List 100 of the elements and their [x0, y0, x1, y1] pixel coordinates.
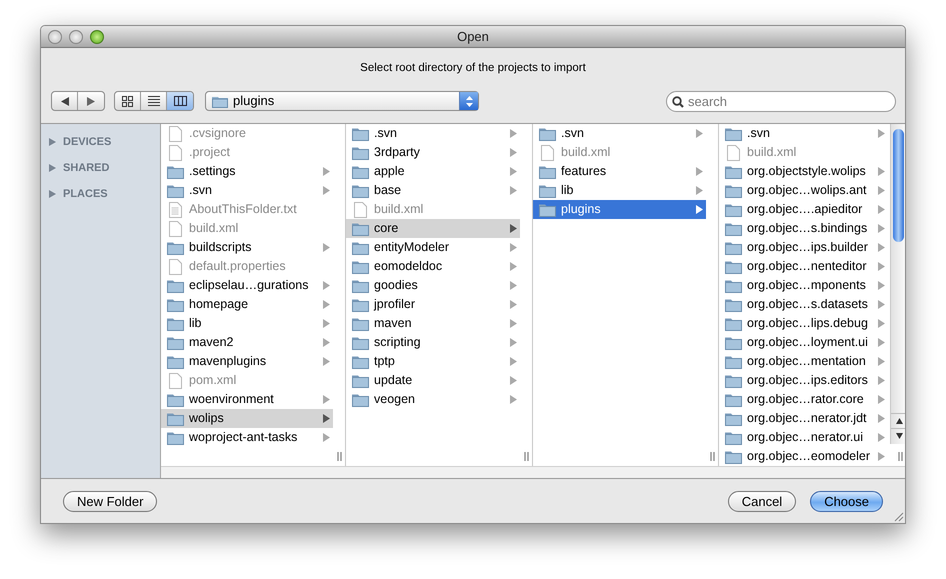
close-button[interactable]: [48, 30, 62, 44]
folder-item[interactable]: .svn: [346, 124, 520, 143]
folder-item[interactable]: wolips: [161, 409, 333, 428]
folder-item[interactable]: maven2: [161, 333, 333, 352]
folder-item[interactable]: woproject-ant-tasks: [161, 428, 333, 447]
expand-arrow-icon: [510, 338, 517, 347]
folder-item[interactable]: org.objec…ips.builder: [719, 238, 888, 257]
folder-item[interactable]: scripting: [346, 333, 520, 352]
scrollbar[interactable]: [890, 124, 905, 444]
folder-item[interactable]: goodies: [346, 276, 520, 295]
scrollbar-thumb[interactable]: [893, 129, 904, 242]
folder-item[interactable]: .svn: [161, 181, 333, 200]
folder-icon: [352, 164, 369, 178]
folder-icon: [167, 298, 184, 312]
folder-item[interactable]: plugins: [533, 200, 706, 219]
expand-arrow-icon: [878, 243, 885, 252]
expand-arrow-icon: [878, 262, 885, 271]
folder-item[interactable]: tptp: [346, 352, 520, 371]
dialog-button[interactable]: Choose: [810, 490, 883, 512]
folder-item[interactable]: .svn: [533, 124, 706, 143]
expand-arrow-icon: [696, 186, 703, 195]
folder-item[interactable]: org.objec…nerator.jdt: [719, 409, 888, 428]
expand-arrow-icon: [323, 300, 330, 309]
folder-item[interactable]: jprofiler: [346, 295, 520, 314]
folder-item[interactable]: org.objectstyle.wolips: [719, 162, 888, 181]
folder-item[interactable]: update: [346, 371, 520, 390]
folder-item[interactable]: org.objec…loyment.ui: [719, 333, 888, 352]
icon-view-icon: [122, 96, 133, 106]
resize-handle-icon[interactable]: [524, 452, 529, 461]
expand-arrow-icon: [878, 205, 885, 214]
folder-item[interactable]: .settings: [161, 162, 333, 181]
dialog-button[interactable]: Cancel: [728, 490, 796, 512]
expand-arrow-icon: [510, 167, 517, 176]
folder-item[interactable]: org.objec…mentation: [719, 352, 888, 371]
folder-item[interactable]: org.objec…eomodeler: [719, 447, 888, 466]
folder-icon: [539, 184, 556, 198]
folder-item[interactable]: homepage: [161, 295, 333, 314]
expand-arrow-icon: [878, 281, 885, 290]
folder-item[interactable]: org.objec…s.datasets: [719, 295, 888, 314]
folder-item[interactable]: base: [346, 181, 520, 200]
search-field[interactable]: search: [666, 90, 896, 112]
minimize-button[interactable]: [69, 30, 83, 44]
dialog-message: Select root directory of the projects to import: [360, 62, 586, 74]
folder-item[interactable]: org.objec….apieditor: [719, 200, 888, 219]
folder-item[interactable]: features: [533, 162, 706, 181]
folder-item[interactable]: maven: [346, 314, 520, 333]
expand-arrow-icon: [878, 376, 885, 385]
resize-handle-icon[interactable]: [337, 452, 342, 461]
folder-item[interactable]: org.objec…rator.core: [719, 390, 888, 409]
expand-arrow-icon: [510, 376, 517, 385]
folder-item[interactable]: org.objec…s.bindings: [719, 219, 888, 238]
expand-arrow-icon: [878, 300, 885, 309]
expand-arrow-icon: [510, 300, 517, 309]
folder-item[interactable]: 3rdparty: [346, 143, 520, 162]
folder-item[interactable]: org.objec…nenteditor: [719, 257, 888, 276]
resize-handle-icon[interactable]: [710, 452, 715, 461]
folder-item[interactable]: buildscripts: [161, 238, 333, 257]
folder-icon: [167, 336, 184, 350]
expand-arrow-icon: [510, 262, 517, 271]
folder-icon: [352, 354, 369, 368]
expand-arrow-icon: [878, 167, 885, 176]
folder-icon: [725, 164, 742, 178]
folder-item[interactable]: org.objec…mponents: [719, 276, 888, 295]
folder-item[interactable]: org.objec…wolips.ant: [719, 181, 888, 200]
folder-item[interactable]: entityModeler: [346, 238, 520, 257]
expand-arrow-icon: [510, 319, 517, 328]
folder-item[interactable]: woenvironment: [161, 390, 333, 409]
resize-handle-icon[interactable]: [898, 452, 903, 461]
column-view-button[interactable]: [167, 92, 193, 110]
folder-item[interactable]: lib: [533, 181, 706, 200]
window-title: Open: [457, 28, 489, 46]
folder-item[interactable]: mavenplugins: [161, 352, 333, 371]
dialog-button[interactable]: New Folder: [63, 490, 158, 512]
expand-arrow-icon: [878, 129, 885, 138]
resize-grip-icon[interactable]: [893, 511, 904, 522]
folder-icon: [167, 184, 184, 198]
back-icon: [60, 96, 68, 106]
folder-item[interactable]: core: [346, 219, 520, 238]
folder-item[interactable]: eomodeldoc: [346, 257, 520, 276]
expand-arrow-icon: [510, 395, 517, 404]
folder-item[interactable]: org.objec…ips.editors: [719, 371, 888, 390]
expand-arrow-icon: [878, 452, 885, 461]
expand-arrow-icon: [696, 205, 703, 214]
expand-arrow-icon: [878, 395, 885, 404]
path-popup[interactable]: plugins: [205, 91, 479, 111]
folder-icon: [539, 126, 556, 140]
folder-icon: [167, 316, 184, 330]
folder-item[interactable]: veogen: [346, 390, 520, 409]
folder-item[interactable]: org.objec…lips.debug: [719, 314, 888, 333]
expand-arrow-icon: [878, 186, 885, 195]
folder-icon: [725, 354, 742, 368]
folder-item[interactable]: lib: [161, 314, 333, 333]
expand-arrow-icon: [878, 414, 885, 423]
folder-item[interactable]: apple: [346, 162, 520, 181]
zoom-button[interactable]: [90, 30, 104, 44]
folder-item[interactable]: eclipselau…gurations: [161, 276, 333, 295]
folder-item[interactable]: org.objec…nerator.ui: [719, 428, 888, 447]
expand-arrow-icon: [878, 224, 885, 233]
folder-item[interactable]: .svn: [719, 124, 888, 143]
folder-icon: [352, 146, 369, 160]
